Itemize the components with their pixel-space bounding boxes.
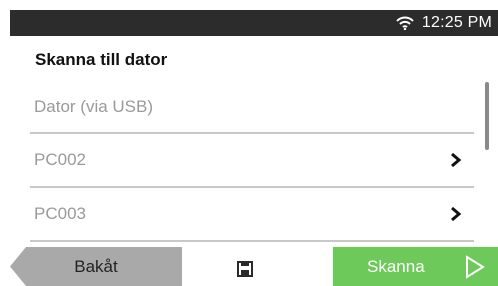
scan-button[interactable]: Skanna bbox=[333, 247, 498, 286]
list-item[interactable]: PC002 bbox=[30, 134, 474, 188]
page-title: Skanna till dator bbox=[35, 50, 168, 69]
screen: 12:25 PM Skanna till dator Dator (via US… bbox=[10, 10, 498, 286]
computer-list: Dator (via USB) PC002 PC003 bbox=[30, 82, 474, 242]
list-item[interactable]: PC003 bbox=[30, 188, 474, 242]
scrollbar[interactable] bbox=[485, 82, 489, 150]
wifi-icon bbox=[396, 16, 414, 30]
list-item-label: PC002 bbox=[34, 150, 86, 169]
clock: 12:25 PM bbox=[421, 14, 492, 31]
save-icon[interactable] bbox=[237, 261, 253, 277]
back-button[interactable]: Bakåt bbox=[10, 247, 182, 286]
list-item-label: Dator (via USB) bbox=[34, 97, 154, 116]
chevron-right-icon bbox=[451, 152, 462, 168]
status-bar: 12:25 PM bbox=[10, 10, 498, 36]
list-item-label: PC003 bbox=[34, 204, 86, 223]
play-icon bbox=[466, 255, 485, 279]
scan-button-label: Skanna bbox=[367, 256, 425, 276]
back-button-label: Bakåt bbox=[74, 256, 118, 276]
list-item[interactable]: Dator (via USB) bbox=[30, 82, 474, 134]
chevron-right-icon bbox=[451, 206, 462, 222]
